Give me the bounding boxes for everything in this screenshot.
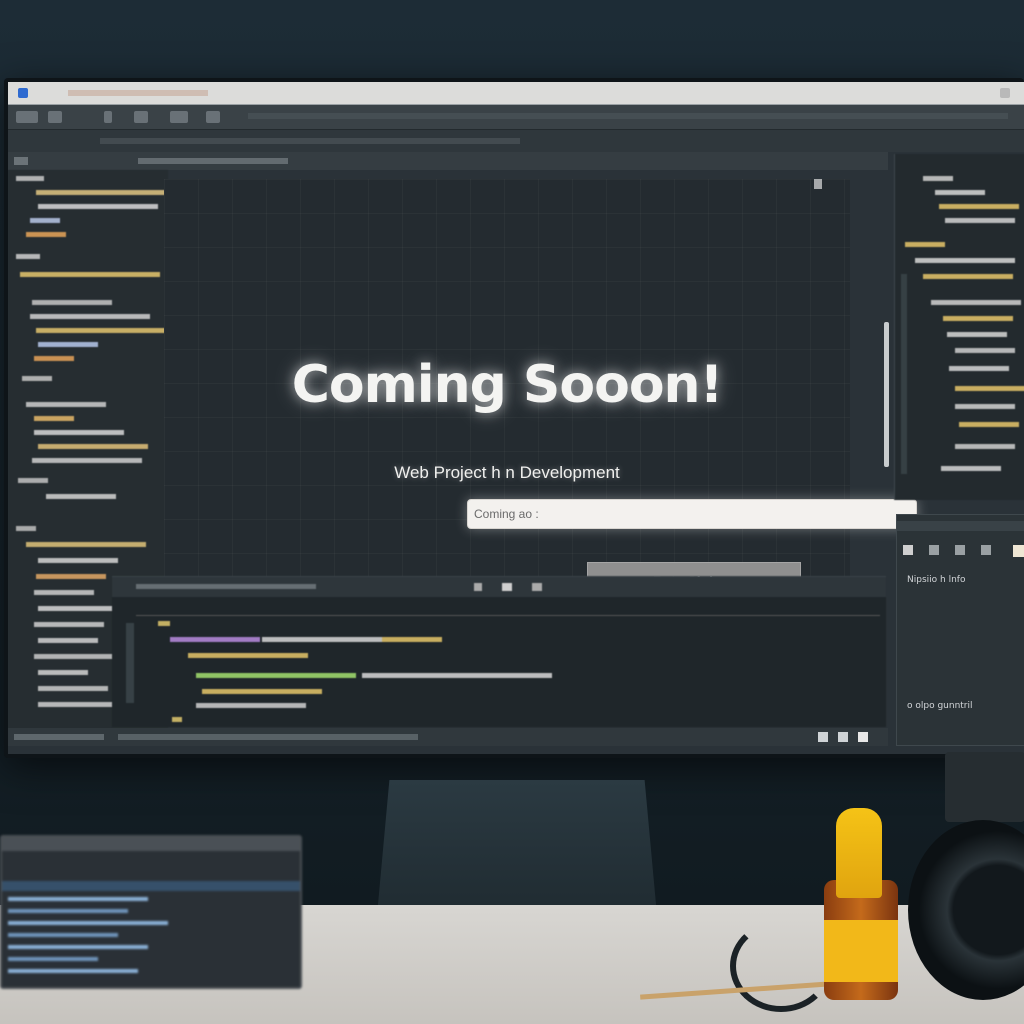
comment-icon[interactable] [170,111,188,123]
console-ruler [136,605,880,616]
panel-icon-4[interactable] [981,545,991,555]
path-bar [100,138,520,144]
status-left-blur [14,734,104,740]
new-file-icon[interactable] [16,111,38,123]
app-icon [18,88,28,98]
editor-header [8,130,1024,152]
signup-email-input[interactable] [467,499,917,529]
window-controls-icon[interactable] [1000,88,1010,98]
tab-blur[interactable] [138,158,288,164]
separator-icon [104,111,112,123]
tab-icon[interactable] [14,157,28,165]
bottle-label [824,920,898,982]
window-titlebar [8,82,1024,105]
image-icon[interactable] [206,111,220,123]
monitor-screen: Coming Sooon! Web Project h n Developmen… [8,82,1024,754]
side-panel[interactable]: Nipsiio h lnfo o olpo gunntril [896,514,1024,746]
open-folder-icon[interactable] [48,111,62,123]
console-lines [126,621,552,722]
web-preview-panel: Coming Sooon! Web Project h n Developmen… [164,179,917,611]
preview-marker-icon [814,179,822,189]
console-play-icon[interactable] [502,583,512,591]
side-panel-label-bottom: o olpo gunntril [907,701,973,711]
side-panel-header [897,521,1024,531]
status-bar [8,728,888,746]
status-icon-2[interactable] [838,732,848,742]
bottle-cap [836,808,882,898]
panel-icon-2[interactable] [929,545,939,555]
status-icon-3[interactable] [858,732,868,742]
laptop-code-lines [2,837,300,973]
editor-tabbar [8,152,888,170]
toolbar-blurred-strip [248,113,1008,119]
project-subtitle: Web Project h n Development [394,463,620,482]
code-editor-right[interactable] [894,154,1024,500]
side-panel-label-top: Nipsiio h lnfo [907,575,966,585]
status-text-blur [118,734,418,740]
bottom-console-panel[interactable] [112,576,886,727]
panel-icon-5[interactable] [1013,545,1024,557]
console-icon-3[interactable] [532,583,542,591]
status-icon-1[interactable] [818,732,828,742]
main-toolbar [8,105,1024,130]
panel-icon-1[interactable] [903,545,913,555]
panel-icon-3[interactable] [955,545,965,555]
camera-body [945,752,1024,822]
cable [730,920,832,1012]
console-title-blur [136,584,316,589]
right-code-lines [901,176,1024,474]
coming-soon-heading: Coming Sooon! [291,355,724,415]
console-header [112,577,886,597]
side-panel-icon-row [903,545,1024,559]
lock-icon[interactable] [134,111,148,123]
console-icon-1[interactable] [474,583,482,591]
laptop-screen [0,835,302,989]
window-title-blur [68,90,208,96]
preview-scrollbar[interactable] [884,322,889,467]
